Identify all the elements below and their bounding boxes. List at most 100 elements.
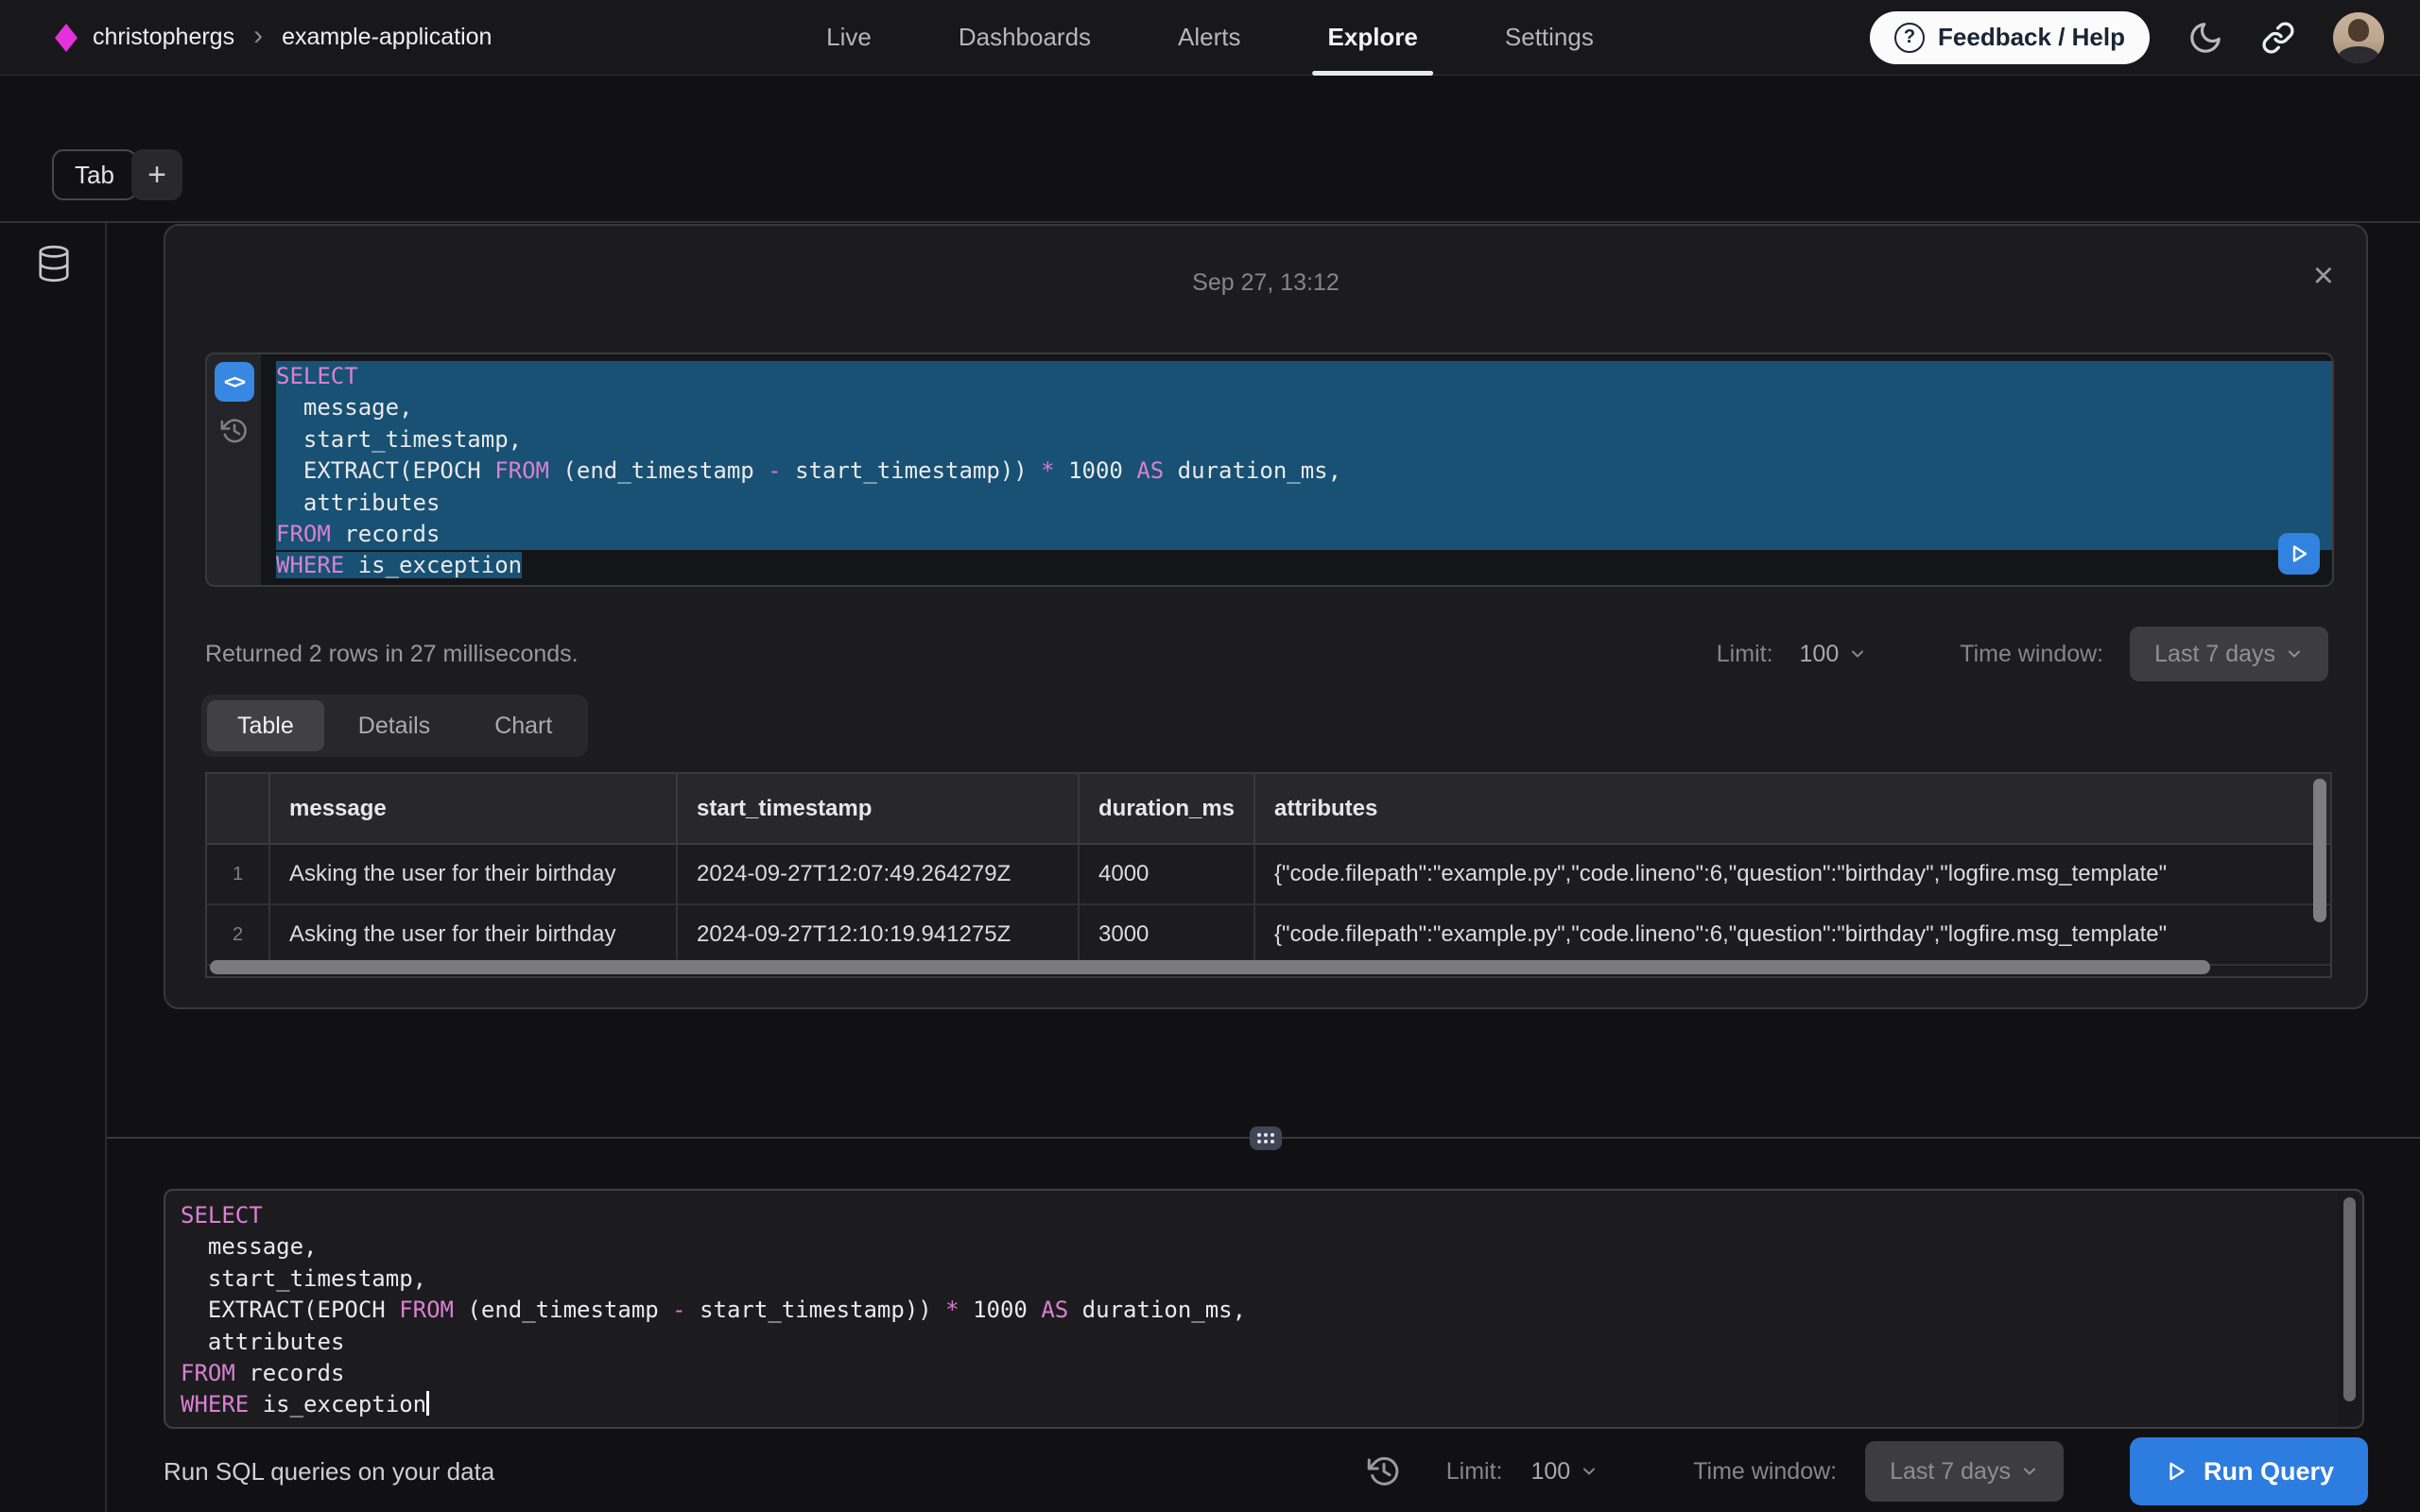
limit-label: Limit: (1446, 1458, 1503, 1486)
cell-duration-ms: 4000 (1079, 844, 1254, 904)
cell-message: Asking the user for their birthday (269, 904, 677, 965)
limit-label: Limit: (1717, 641, 1773, 668)
tab-table[interactable]: Table (207, 700, 324, 751)
share-link-button[interactable] (2261, 21, 2295, 55)
nav-item-alerts[interactable]: Alerts (1178, 0, 1240, 76)
nav-item-dashboards[interactable]: Dashboards (959, 0, 1091, 76)
query-timestamp: Sep 27, 13:12 (165, 269, 2366, 297)
code-gutter: <> (207, 354, 261, 585)
database-icon (36, 244, 72, 284)
question-circle-icon: ? (1894, 23, 1925, 53)
logfire-logo-icon (55, 24, 78, 52)
table-header-row: message start_timestamp duration_ms attr… (207, 774, 2330, 844)
limit-dropdown[interactable]: 100 (1530, 1458, 1599, 1486)
time-window-dropdown[interactable]: Last 7 days (1865, 1441, 2064, 1502)
breadcrumb-org[interactable]: christophergs (93, 24, 234, 51)
limit-value: 100 (1530, 1458, 1570, 1486)
time-window-label: Time window: (1693, 1458, 1837, 1486)
feedback-help-label: Feedback / Help (1938, 23, 2125, 52)
run-query-button[interactable]: Run Query (2130, 1437, 2368, 1505)
nav-actions: ? Feedback / Help (1870, 11, 2384, 64)
feedback-help-button[interactable]: ? Feedback / Help (1870, 11, 2150, 64)
sql-editor[interactable]: SELECT message, start_timestamp, EXTRACT… (164, 1189, 2364, 1429)
query-tab[interactable]: Tab (52, 149, 137, 200)
result-status-row: Returned 2 rows in 27 milliseconds. Limi… (205, 626, 2328, 682)
result-status: Returned 2 rows in 27 milliseconds. (205, 641, 579, 668)
history-icon (1367, 1454, 1401, 1488)
splitter-drag-handle[interactable] (1250, 1126, 1282, 1150)
sql-line: FROM records (181, 1358, 2325, 1389)
history-icon (220, 417, 249, 445)
run-bar: Run SQL queries on your data Limit: 100 … (164, 1436, 2368, 1506)
time-window-value: Last 7 days (2154, 641, 2275, 668)
sql-line: SELECT (181, 1200, 2325, 1231)
executed-sql-text[interactable]: SELECT message, start_timestamp, EXTRACT… (261, 354, 2332, 585)
sql-line: WHERE is_exception (181, 1389, 2325, 1420)
table-row[interactable]: 2 Asking the user for their birthday 202… (207, 904, 2330, 965)
text-cursor (426, 1391, 429, 1416)
theme-toggle-button[interactable] (2187, 20, 2223, 56)
top-nav: christophergs › example-application Live… (0, 0, 2420, 76)
column-header-start-timestamp: start_timestamp (677, 774, 1079, 844)
schema-rail (0, 223, 107, 1512)
run-controls: Limit: 100 Time window: Last 7 days Run … (1367, 1437, 2368, 1505)
run-query-icon-button[interactable] (2278, 533, 2320, 575)
database-schema-button[interactable] (36, 244, 72, 284)
link-icon (2261, 21, 2295, 55)
limit-dropdown[interactable]: 100 (1800, 641, 1868, 668)
sql-line: message, (181, 1231, 2325, 1263)
cell-start-timestamp: 2024-09-27T12:10:19.941275Z (677, 904, 1079, 965)
sql-line: EXTRACT(EPOCH FROM (end_timestamp - star… (181, 1295, 2325, 1326)
row-number: 1 (207, 844, 269, 904)
query-result-card: Sep 27, 13:12 × <> SELECT message, start… (164, 224, 2368, 1009)
play-icon (2288, 542, 2310, 565)
results-table: message start_timestamp duration_ms attr… (205, 772, 2332, 978)
avatar[interactable] (2333, 12, 2384, 63)
editor-hint: Run SQL queries on your data (164, 1457, 494, 1486)
time-window-dropdown[interactable]: Last 7 days (2130, 627, 2328, 681)
cell-message: Asking the user for their birthday (269, 844, 677, 904)
chevron-down-icon (2285, 644, 2304, 663)
tab-details[interactable]: Details (328, 700, 460, 751)
add-tab-button[interactable]: + (131, 149, 182, 200)
sql-line: message, (276, 392, 2332, 423)
time-window-label: Time window: (1960, 641, 2103, 668)
breadcrumb-chevron-icon: › (253, 22, 263, 54)
query-controls: Limit: 100 Time window: Last 7 days (1717, 627, 2328, 681)
divider (0, 221, 2420, 223)
code-icon[interactable]: <> (215, 362, 254, 402)
chevron-down-icon (1580, 1462, 1599, 1481)
row-number: 2 (207, 904, 269, 965)
nav-item-explore[interactable]: Explore (1328, 0, 1418, 76)
sql-line: SELECT (276, 361, 2332, 392)
vertical-scrollbar[interactable] (2313, 779, 2326, 922)
view-switcher: Table Details Chart (201, 695, 588, 757)
query-history-button[interactable] (1367, 1454, 1401, 1488)
chevron-down-icon (1848, 644, 1867, 663)
tab-chart[interactable]: Chart (464, 700, 582, 751)
play-icon (2164, 1459, 2188, 1484)
nav-item-settings[interactable]: Settings (1505, 0, 1594, 76)
editor-scrollbar-thumb[interactable] (2343, 1197, 2356, 1401)
main-nav: Live Dashboards Alerts Explore Settings (826, 0, 1594, 76)
sql-line: EXTRACT(EPOCH FROM (end_timestamp - star… (276, 455, 2332, 487)
horizontal-scrollbar[interactable] (210, 960, 2210, 974)
sql-editor-text[interactable]: SELECT message, start_timestamp, EXTRACT… (181, 1200, 2325, 1421)
query-history-button[interactable] (220, 417, 249, 445)
sql-line: attributes (181, 1327, 2325, 1358)
run-query-label: Run Query (2204, 1457, 2334, 1486)
row-number-header (207, 774, 269, 844)
time-window-value: Last 7 days (1890, 1458, 2011, 1486)
sql-line: attributes (276, 488, 2332, 519)
column-header-attributes: attributes (1254, 774, 2330, 844)
cell-start-timestamp: 2024-09-27T12:07:49.264279Z (677, 844, 1079, 904)
sql-line: start_timestamp, (276, 424, 2332, 455)
table-row[interactable]: 1 Asking the user for their birthday 202… (207, 844, 2330, 904)
nav-item-live[interactable]: Live (826, 0, 872, 76)
cell-duration-ms: 3000 (1079, 904, 1254, 965)
breadcrumb-project[interactable]: example-application (282, 24, 492, 51)
close-icon[interactable]: × (2313, 258, 2334, 294)
executed-query-block: <> SELECT message, start_timestamp, EXTR… (205, 352, 2334, 587)
sql-line: FROM records (276, 519, 2332, 550)
chevron-down-icon (2020, 1462, 2039, 1481)
